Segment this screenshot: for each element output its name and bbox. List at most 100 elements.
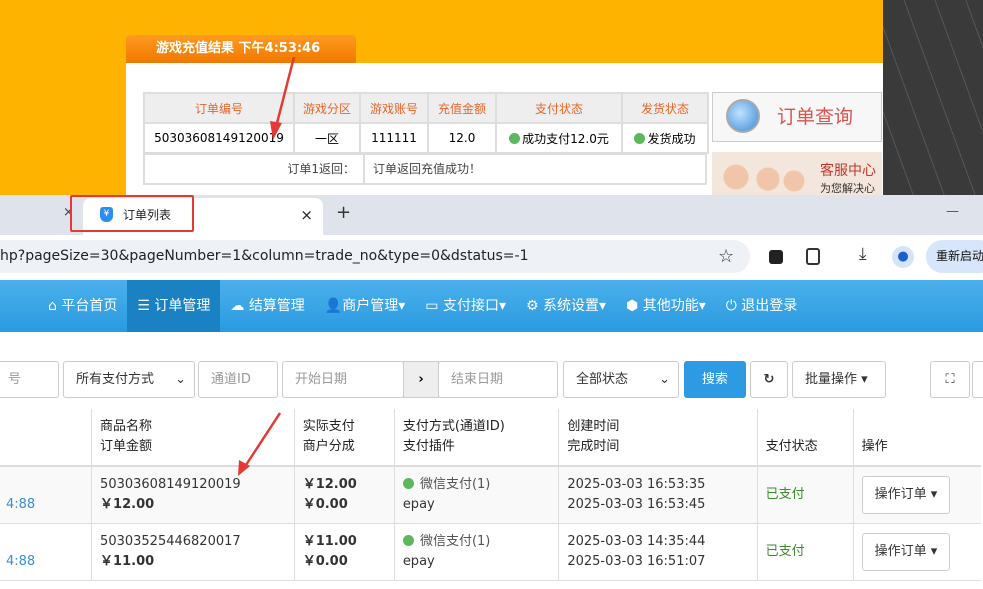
method-cell: 微信支付(1) epay <box>393 523 559 581</box>
desktop-background <box>883 0 983 195</box>
nav-logout[interactable]: ⏻ 退出登录 <box>716 280 808 332</box>
col-header: 充值金额 <box>427 92 497 124</box>
merchant-share: ￥0.00 <box>302 496 348 512</box>
order-amount: ￥11.00 <box>100 553 155 569</box>
finished-time: 2025-03-03 16:51:07 <box>567 553 706 569</box>
header-line: 订单金额 <box>100 439 153 454</box>
amount: 12.0 <box>427 122 497 154</box>
new-tab-button[interactable]: + <box>336 202 351 223</box>
header-line: 创建时间 <box>567 419 620 434</box>
fullscreen-button[interactable]: ⛶ <box>930 361 970 398</box>
nav-orders[interactable]: ☰ 订单管理 <box>127 280 221 332</box>
return-label: 订单1返回： <box>145 155 365 183</box>
pay-type-select[interactable]: 所有支付方式 ⌄ <box>63 361 195 398</box>
tab-highlight-box <box>70 195 194 232</box>
actual-paid: ￥11.00 <box>302 533 357 549</box>
order-amount: ￥12.00 <box>100 496 155 512</box>
profile-icon[interactable]: ● <box>892 246 914 268</box>
ship-status-text: 发货成功 <box>647 131 696 146</box>
nav-label: 结算管理 <box>248 298 305 314</box>
chevron-right-icon: › <box>403 361 439 398</box>
annotation-arrow <box>270 56 296 140</box>
product-cell: 50303525446820017 ￥11.00 <box>91 523 295 581</box>
start-date-input[interactable]: 开始日期 <box>282 361 404 398</box>
minimize-button[interactable]: — <box>946 204 959 219</box>
method-cell: 微信支付(1) epay <box>393 466 559 524</box>
table-row: 4:88 50303525446820017 ￥11.00 ￥11.00 ￥0.00… <box>0 523 981 581</box>
chevron-down-icon: ⌄ <box>659 372 670 387</box>
pay-method: 微信支付(1) <box>419 533 491 549</box>
url-input[interactable]: hp?pageSize=30&pageNumber=1&column=trade… <box>0 240 750 273</box>
restart-button[interactable]: 重新启动 <box>926 240 983 273</box>
pay-status: 成功支付12.0元 <box>495 122 623 154</box>
nav-system[interactable]: ⚙ 系统设置▾ <box>516 280 616 332</box>
service-subtitle: 为您解决心 <box>820 182 875 195</box>
nav-payment[interactable]: ▭ 支付接口▾ <box>415 280 516 332</box>
columns-button[interactable] <box>972 361 983 398</box>
nav-label: 其他功能▾ <box>642 298 706 314</box>
extension-icon[interactable] <box>769 250 783 264</box>
pay-method: 微信支付(1) <box>419 476 491 492</box>
pay-status: 已支付 <box>756 523 854 581</box>
header-line: 实际支付 <box>302 419 355 434</box>
refresh-button[interactable]: ↻ <box>750 361 788 398</box>
col-header: 游戏分区 <box>293 92 361 124</box>
check-icon <box>402 534 414 546</box>
batch-action-button[interactable]: 批量操作 ▾ <box>792 361 886 398</box>
col-header: 支付状态 <box>495 92 623 124</box>
paid-cell: ￥12.00 ￥0.00 <box>293 466 395 524</box>
annotation-arrow <box>238 412 282 476</box>
tab-close-icon[interactable]: × <box>300 198 313 232</box>
row-link[interactable]: 4:88 <box>0 466 92 524</box>
orders-table: 商品名称 订单金额 实际支付 商户分成 支付方式(通道ID) 支付插件 创建时间 完成时… <box>0 409 981 581</box>
op-cell: 操作订单 ▾ <box>852 466 981 524</box>
actual-paid: ￥12.00 <box>302 476 357 492</box>
pay-plugin: epay <box>402 496 435 512</box>
search-button[interactable]: 搜索 <box>684 361 746 398</box>
col-header <box>0 409 92 467</box>
time-cell: 2025-03-03 14:35:44 2025-03-03 16:51:07 <box>558 523 758 581</box>
header-line: 商品名称 <box>100 419 153 434</box>
main-nav: ⌂ 平台首页 ☰ 订单管理 ☁ 结算管理 👤商户管理▾ ▭ 支付接口▾ ⚙ 系统… <box>0 280 983 332</box>
header-line: 支付方式(通道ID) <box>402 419 505 434</box>
nav-home[interactable]: ⌂ 平台首页 <box>38 280 127 332</box>
order-action-button[interactable]: 操作订单 ▾ <box>861 475 951 514</box>
end-date-input[interactable]: 结束日期 <box>438 361 558 398</box>
product-name: 50303608149120019 <box>100 476 241 492</box>
col-header: 发货状态 <box>621 92 709 124</box>
created-time: 2025-03-03 14:35:44 <box>567 533 706 549</box>
ship-status: 发货成功 <box>621 122 709 154</box>
nav-other[interactable]: ⬢ 其他功能▾ <box>616 280 716 332</box>
nav-merchants[interactable]: 👤商户管理▾ <box>315 280 415 332</box>
row-link[interactable]: 4:88 <box>0 523 92 581</box>
service-title: 客服中心 <box>820 163 876 179</box>
check-icon <box>402 477 414 489</box>
channel-input[interactable]: 通道ID <box>198 361 278 398</box>
order-no-input[interactable]: 号 <box>0 361 59 398</box>
magnifier-icon <box>726 99 760 133</box>
nav-label: 系统设置▾ <box>543 298 607 314</box>
status-select[interactable]: 全部状态 ⌄ <box>563 361 679 398</box>
nav-label: 支付接口▾ <box>442 298 506 314</box>
col-header: 操作 <box>852 409 981 467</box>
nav-label: 商户管理▾ <box>342 298 406 314</box>
header-line: 支付插件 <box>402 439 455 454</box>
check-icon <box>509 132 521 144</box>
zone: 一区 <box>293 122 361 154</box>
download-icon[interactable]: ⤓ <box>859 244 867 264</box>
game-result-table: 订单编号 游戏分区 游戏账号 充值金额 支付状态 发货状态 503036081491200… <box>143 92 709 154</box>
paid-cell: ￥11.00 ￥0.00 <box>293 523 395 581</box>
nav-settlement[interactable]: ☁ 结算管理 <box>220 280 314 332</box>
header-line: 商户分成 <box>302 439 355 454</box>
pay-status-text: 成功支付12.0元 <box>522 131 609 146</box>
op-cell: 操作订单 ▾ <box>852 523 981 581</box>
puzzle-icon[interactable] <box>806 248 820 265</box>
col-header: 支付状态 <box>756 409 854 467</box>
product-name: 50303525446820017 <box>100 533 241 549</box>
merchant-share: ￥0.00 <box>302 553 348 569</box>
bookmark-star-icon[interactable]: ☆ <box>718 246 734 267</box>
return-row: 订单1返回： 订单返回充值成功！ <box>143 153 707 185</box>
col-header: 游戏账号 <box>359 92 429 124</box>
order-action-button[interactable]: 操作订单 ▾ <box>861 532 951 571</box>
status-value: 全部状态 <box>576 372 629 387</box>
